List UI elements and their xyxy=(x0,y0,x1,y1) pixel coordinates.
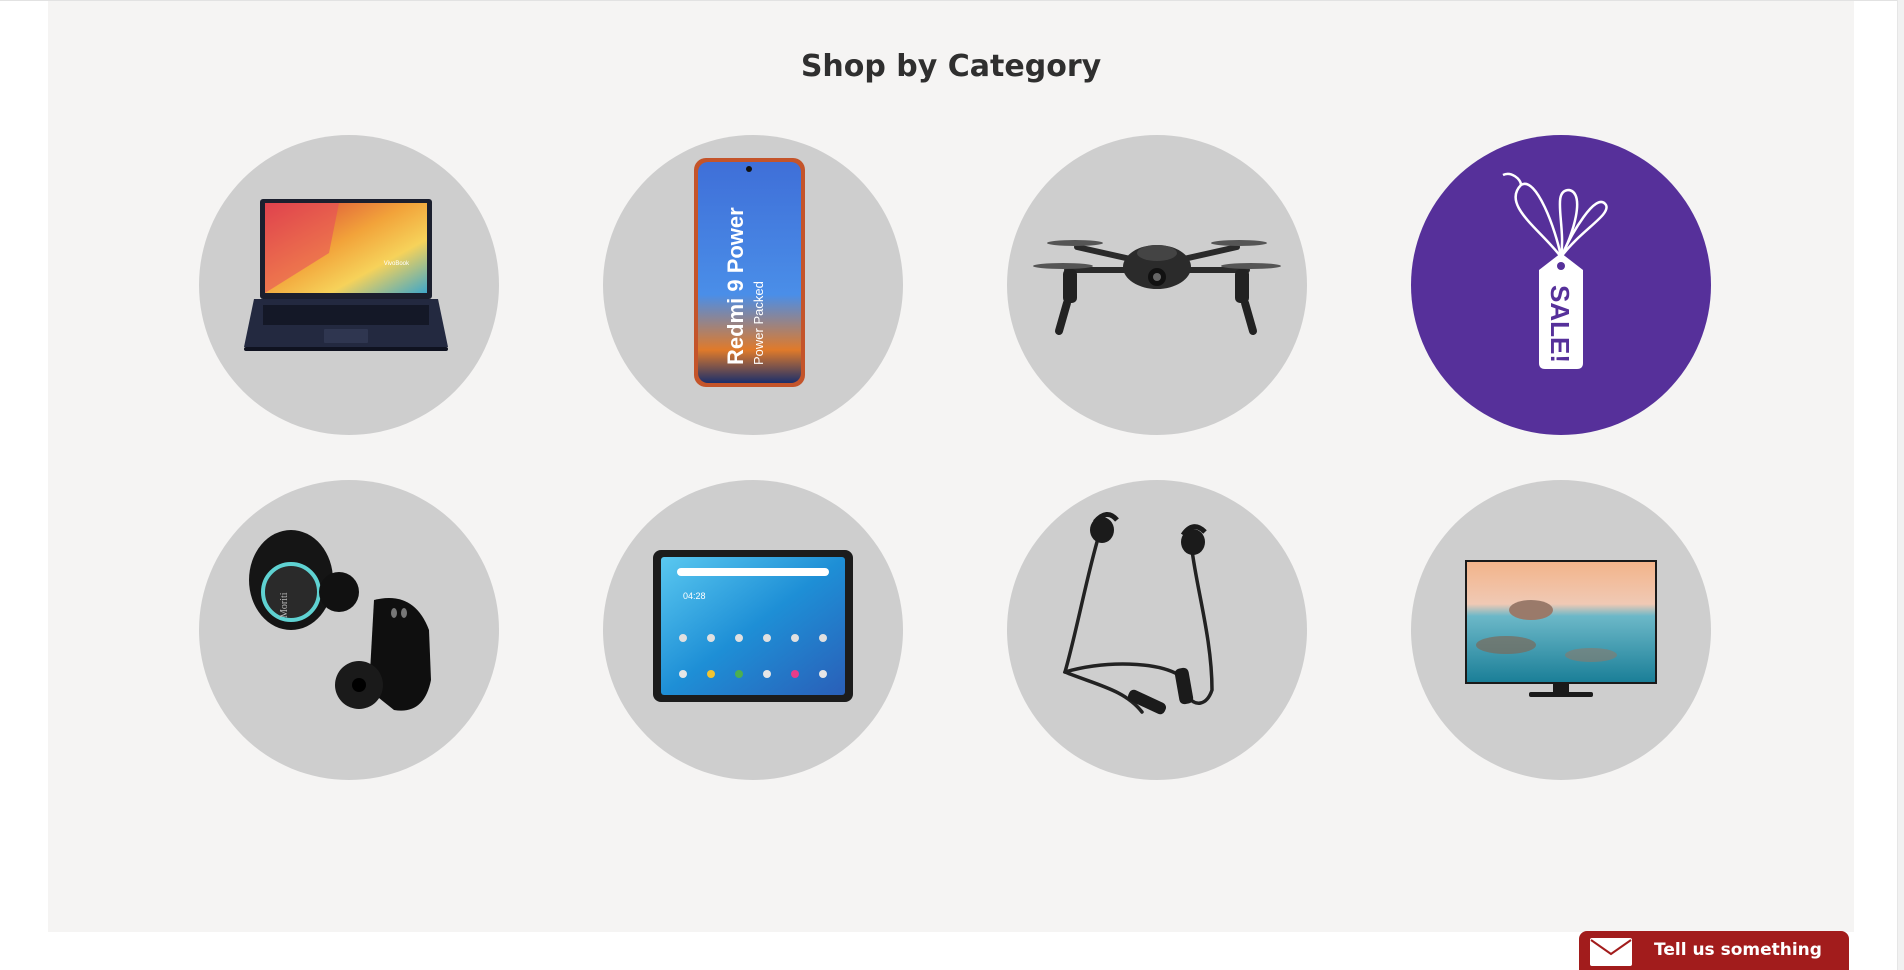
tablet-icon: 04:28 xyxy=(653,550,853,702)
category-earbuds[interactable]: Moriti xyxy=(199,480,499,780)
category-neckband-earphones[interactable] xyxy=(1007,480,1307,780)
svg-text:Redmi 9 Power: Redmi 9 Power xyxy=(723,207,748,365)
category-drones[interactable] xyxy=(1007,135,1307,435)
feedback-button[interactable]: Tell us something xyxy=(1579,931,1849,970)
svg-text:SALE!: SALE! xyxy=(1545,285,1575,363)
svg-text:Moriti: Moriti xyxy=(279,592,290,618)
earbuds-icon: Moriti xyxy=(249,530,431,711)
page-scrollbar[interactable] xyxy=(1897,0,1904,970)
svg-text:VivoBook: VivoBook xyxy=(384,261,410,267)
television-icon xyxy=(1465,560,1657,697)
sale-tag-icon: SALE! xyxy=(1502,172,1608,369)
section-title: Shop by Category xyxy=(800,49,1102,84)
laptop-icon: VivoBook xyxy=(244,199,448,351)
neckband-earphones-icon xyxy=(1062,512,1214,715)
svg-text:04:28: 04:28 xyxy=(683,591,706,601)
category-laptops[interactable]: VivoBook xyxy=(199,135,499,435)
svg-text:Power Packed: Power Packed xyxy=(751,281,766,365)
drone-icon xyxy=(1033,240,1281,335)
feedback-label: Tell us something xyxy=(1654,940,1822,960)
smartphone-icon: Redmi 9 Power Power Packed xyxy=(694,158,805,387)
envelope-icon xyxy=(1590,938,1632,966)
category-tablets[interactable]: 04:28 xyxy=(603,480,903,780)
category-televisions[interactable] xyxy=(1411,480,1711,780)
category-smartphones[interactable]: Redmi 9 Power Power Packed xyxy=(603,135,903,435)
category-sale[interactable]: SALE! xyxy=(1411,135,1711,435)
shop-by-category-section: Shop by Category VivoBook Redmi 9 Power … xyxy=(48,1,1854,932)
